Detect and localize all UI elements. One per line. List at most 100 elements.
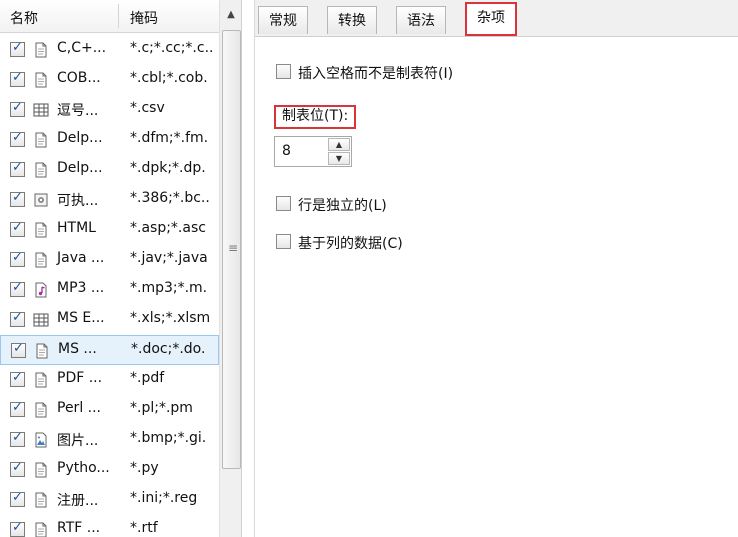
tab-position-spinner[interactable]: 8 ▲ ▼ <box>274 136 352 167</box>
row-mask: *.mp3;*.m. <box>130 280 208 296</box>
row-name: 图片... <box>57 433 99 449</box>
tab-position-value[interactable]: 8 <box>282 143 291 159</box>
document-icon <box>33 462 49 478</box>
row-name: Java ... <box>57 250 105 266</box>
row-checkbox[interactable] <box>10 220 25 237</box>
tab-position-label: 制表位(T): <box>274 105 357 129</box>
row-mask: *.dpk;*.dp. <box>130 160 206 176</box>
document-icon <box>33 222 49 238</box>
row-checkbox[interactable] <box>10 250 25 267</box>
vertical-scrollbar[interactable]: ▲ ≡ <box>219 0 241 537</box>
music-icon <box>33 282 49 298</box>
row-mask: *.asp;*.asc <box>130 220 206 236</box>
file-type-row[interactable]: Java ... *.jav;*.java <box>0 245 219 275</box>
row-checkbox[interactable] <box>10 100 25 117</box>
insert-spaces-label: 插入空格而不是制表符(I) <box>298 66 454 82</box>
row-checkbox[interactable] <box>10 430 25 447</box>
file-type-row[interactable]: MS E... *.xls;*.xlsm <box>0 305 219 335</box>
document-icon <box>33 72 49 88</box>
file-type-row[interactable]: Delp... *.dfm;*.fm. <box>0 125 219 155</box>
insert-spaces-checkbox[interactable] <box>276 64 291 79</box>
file-type-rows: C,C+... *.c;*.cc;*.c.. COB... *.cbl;*.cob. 逗… <box>0 35 219 537</box>
document-icon <box>33 42 49 58</box>
options-panel: 常规 转换 语法 杂项 插入空格而不是制表符(I) 制表位(T): 8 ▲ ▼ … <box>254 0 738 537</box>
spinner-up-icon[interactable]: ▲ <box>328 138 350 151</box>
row-checkbox[interactable] <box>10 490 25 507</box>
row-name: MS ... <box>58 341 97 357</box>
row-name: HTML <box>57 220 96 236</box>
row-mask: *.rtf <box>130 520 158 536</box>
row-checkbox[interactable] <box>10 400 25 417</box>
row-name: MS E... <box>57 310 105 326</box>
file-type-row[interactable]: 图片... *.bmp;*.gi. <box>0 425 219 455</box>
row-name: MP3 ... <box>57 280 105 296</box>
row-checkbox[interactable] <box>10 130 25 147</box>
row-name: COB... <box>57 70 101 86</box>
file-type-row[interactable]: PDF ... *.pdf <box>0 365 219 395</box>
row-checkbox[interactable] <box>10 460 25 477</box>
row-checkbox[interactable] <box>10 280 25 297</box>
tab-convert[interactable]: 转换 <box>327 6 377 34</box>
column-based-checkbox[interactable] <box>276 234 291 249</box>
gear-icon <box>33 192 49 208</box>
row-independent-checkbox[interactable] <box>276 196 291 211</box>
row-name: RTF ... <box>57 520 101 536</box>
row-mask: *.ini;*.reg <box>130 490 198 506</box>
tab-syntax[interactable]: 语法 <box>396 6 446 34</box>
row-checkbox[interactable] <box>10 190 25 207</box>
column-header-name[interactable]: 名称 <box>10 8 38 28</box>
row-mask: *.pdf <box>130 370 165 386</box>
row-checkbox[interactable] <box>10 310 25 327</box>
file-type-row[interactable]: Delp... *.dpk;*.dp. <box>0 155 219 185</box>
row-name: 逗号... <box>57 103 99 119</box>
spinner-down-icon[interactable]: ▼ <box>328 152 350 165</box>
document-icon <box>33 402 49 418</box>
row-checkbox[interactable] <box>11 341 26 358</box>
row-mask: *.c;*.cc;*.c.. <box>130 40 214 56</box>
file-type-row[interactable]: RTF ... *.rtf <box>0 515 219 537</box>
row-checkbox[interactable] <box>10 40 25 57</box>
row-checkbox[interactable] <box>10 70 25 87</box>
list-header: 名称 掩码 <box>0 0 219 33</box>
row-name: C,C+... <box>57 40 107 56</box>
row-mask: *.xls;*.xlsm <box>130 310 211 326</box>
row-mask: *.cbl;*.cob. <box>130 70 208 86</box>
file-type-row[interactable]: 注册... *.ini;*.reg <box>0 485 219 515</box>
file-type-row[interactable]: HTML *.asp;*.asc <box>0 215 219 245</box>
file-type-row[interactable]: Pytho... *.py <box>0 455 219 485</box>
row-checkbox[interactable] <box>10 520 25 537</box>
document-icon <box>33 252 49 268</box>
document-icon <box>33 492 49 508</box>
file-type-row[interactable]: 逗号... *.csv <box>0 95 219 125</box>
row-mask: *.pl;*.pm <box>130 400 193 416</box>
scroll-up-arrow-icon[interactable]: ▲ <box>220 0 241 30</box>
file-type-list-panel: 名称 掩码 C,C+... *.c;*.cc;*.c.. COB... *.cbl;*… <box>0 0 242 537</box>
row-mask: *.py <box>130 460 159 476</box>
tab-general[interactable]: 常规 <box>258 6 308 34</box>
document-icon <box>33 372 49 388</box>
column-divider[interactable] <box>118 4 119 28</box>
document-icon <box>33 522 49 537</box>
column-header-mask[interactable]: 掩码 <box>130 8 158 28</box>
tab-bar: 常规 转换 语法 杂项 <box>255 0 738 37</box>
row-name: PDF ... <box>57 370 103 386</box>
row-name: Delp... <box>57 130 103 146</box>
tab-misc[interactable]: 杂项 <box>465 2 517 36</box>
scroll-thumb[interactable]: ≡ <box>222 30 241 469</box>
document-icon <box>33 132 49 148</box>
row-name: Pytho... <box>57 460 110 476</box>
document-icon <box>33 162 49 178</box>
row-mask: *.386;*.bc.. <box>130 190 210 206</box>
file-type-row[interactable]: MP3 ... *.mp3;*.m. <box>0 275 219 305</box>
file-type-row[interactable]: COB... *.cbl;*.cob. <box>0 65 219 95</box>
row-checkbox[interactable] <box>10 370 25 387</box>
file-type-row[interactable]: Perl ... *.pl;*.pm <box>0 395 219 425</box>
file-type-row[interactable]: C,C+... *.c;*.cc;*.c.. <box>0 35 219 65</box>
file-type-row[interactable]: 可执... *.386;*.bc.. <box>0 185 219 215</box>
row-checkbox[interactable] <box>10 160 25 177</box>
row-mask: *.csv <box>130 100 165 116</box>
row-name: 注册... <box>57 493 99 509</box>
row-mask: *.dfm;*.fm. <box>130 130 209 146</box>
file-type-row[interactable]: MS ... *.doc;*.do. <box>0 335 219 365</box>
scroll-grip-icon: ≡ <box>228 241 239 255</box>
